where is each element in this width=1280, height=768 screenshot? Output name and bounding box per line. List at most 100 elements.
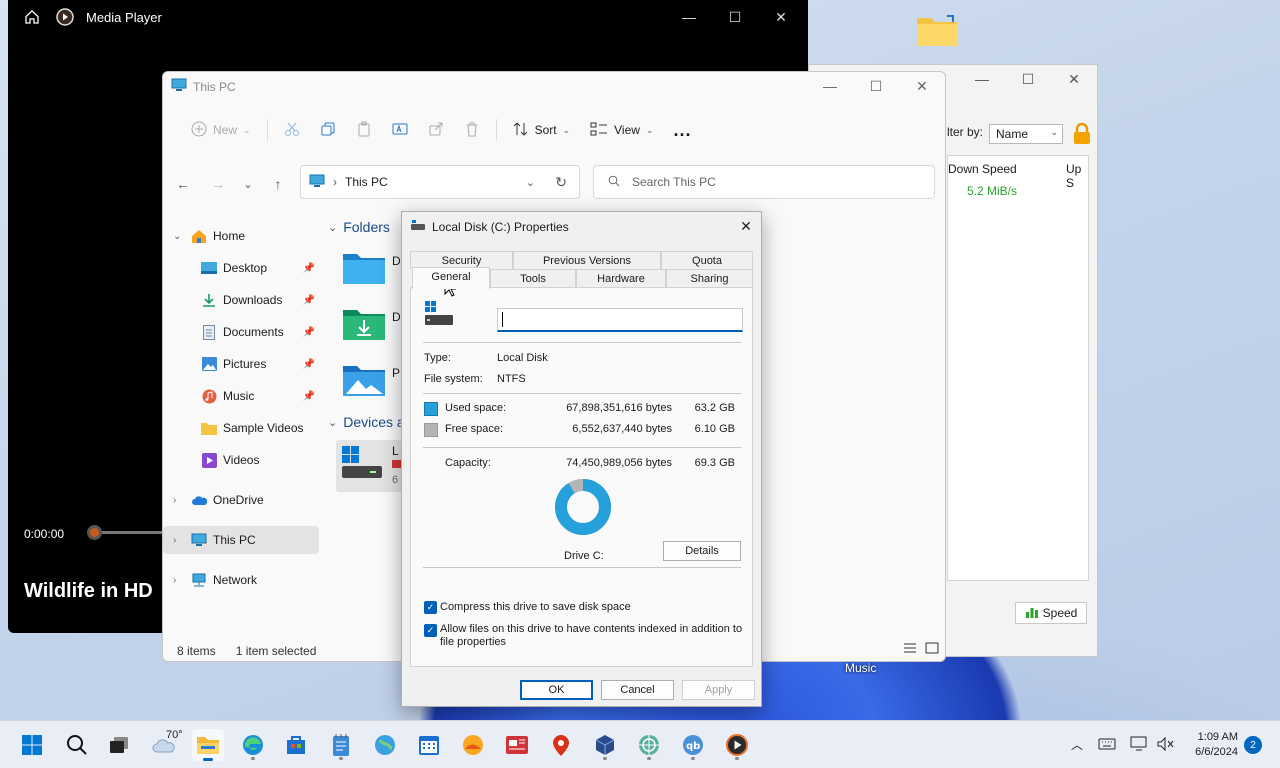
details-view-icon[interactable] — [903, 642, 917, 657]
notification-badge[interactable]: 2 — [1244, 736, 1262, 754]
index-checkbox[interactable]: ✓ — [424, 624, 437, 637]
sidebar-item-sample-videos[interactable]: Sample Videos — [163, 414, 319, 442]
taskbar-notepad[interactable] — [325, 729, 357, 761]
keyboard-icon[interactable] — [1098, 737, 1116, 754]
chevron-right-icon[interactable]: › — [173, 535, 176, 546]
chevron-down-icon[interactable]: ⌄ — [526, 176, 535, 189]
desktop-music-label[interactable]: Music — [845, 661, 876, 675]
taskbar-calendar[interactable] — [413, 729, 445, 761]
task-view-button[interactable] — [103, 729, 135, 761]
folders-section-header[interactable]: ⌄ Folders — [328, 219, 390, 235]
address-bar[interactable]: › This PC ⌄ ↻ — [300, 165, 580, 199]
taskbar-photos[interactable] — [457, 729, 489, 761]
maximize-icon[interactable]: ☐ — [1005, 65, 1051, 93]
drive-item-sub: 6 — [392, 474, 399, 486]
column-header-down-speed[interactable]: Down Speed — [948, 162, 1017, 176]
cut-button[interactable] — [274, 114, 310, 146]
seek-handle[interactable] — [87, 525, 102, 540]
folder-item-desktop[interactable]: D — [342, 250, 401, 289]
search-button[interactable] — [61, 729, 93, 761]
sidebar-item-documents[interactable]: Documents 📌 — [163, 318, 319, 346]
refresh-icon[interactable]: ↻ — [555, 174, 567, 191]
devices-section-header[interactable]: ⌄ Devices a — [328, 414, 405, 430]
close-icon[interactable]: ✕ — [731, 212, 761, 240]
details-button[interactable]: Details — [663, 541, 741, 561]
close-icon[interactable]: ✕ — [899, 72, 945, 100]
taskbar-store[interactable] — [280, 729, 312, 761]
display-network-icon[interactable] — [1130, 736, 1148, 755]
lock-icon[interactable] — [1071, 122, 1093, 146]
taskbar-map-pin[interactable] — [545, 729, 577, 761]
maximize-icon[interactable]: ☐ — [712, 0, 758, 34]
muted-speaker-icon[interactable] — [1156, 736, 1174, 755]
tab-previous-versions[interactable]: Previous Versions — [513, 251, 661, 269]
desktop-folder-icon[interactable] — [915, 12, 959, 48]
recent-locations-chevron-icon[interactable]: ⌄ — [237, 173, 259, 195]
forward-arrow-icon[interactable]: → — [207, 173, 229, 195]
home-icon[interactable] — [22, 7, 42, 27]
chevron-right-icon[interactable]: › — [173, 575, 176, 586]
tab-hardware[interactable]: Hardware — [576, 269, 666, 287]
drive-item-c[interactable]: L 6 — [336, 440, 402, 492]
compress-checkbox[interactable]: ✓ — [424, 601, 437, 614]
taskbar-file-explorer[interactable] — [192, 729, 224, 761]
clock[interactable]: 1:09 AM 6/6/2024 — [1186, 730, 1238, 760]
close-icon[interactable]: ✕ — [758, 0, 804, 34]
taskbar-virtualbox[interactable] — [589, 729, 621, 761]
maximize-icon[interactable]: ☐ — [853, 72, 899, 100]
taskbar-media-player[interactable] — [721, 729, 753, 761]
taskbar-qbittorrent[interactable]: qb — [677, 729, 709, 761]
tiles-view-icon[interactable] — [925, 642, 939, 657]
tab-quota[interactable]: Quota — [661, 251, 753, 269]
weather-widget[interactable]: 70° — [148, 729, 183, 761]
search-box[interactable]: Search This PC — [593, 165, 935, 199]
running-indicator — [735, 757, 739, 760]
tab-tools[interactable]: Tools — [490, 269, 576, 287]
sidebar-item-home[interactable]: ⌄ Home — [163, 222, 319, 250]
sidebar-item-pictures[interactable]: Pictures 📌 — [163, 350, 319, 378]
more-options-button[interactable]: ... — [663, 114, 701, 146]
share-button[interactable] — [418, 114, 454, 146]
sort-button[interactable]: Sort ⌄ — [503, 114, 581, 146]
chevron-up-icon[interactable]: ︿ — [1071, 736, 1083, 753]
taskbar-maps[interactable] — [369, 729, 401, 761]
new-button[interactable]: New ⌄ — [181, 114, 261, 146]
chevron-right-icon[interactable]: › — [173, 495, 176, 506]
paste-button[interactable] — [346, 114, 382, 146]
taskbar-edge[interactable] — [237, 729, 269, 761]
cancel-button[interactable]: Cancel — [601, 680, 674, 700]
up-arrow-icon[interactable]: ↑ — [267, 173, 289, 195]
sidebar-item-downloads[interactable]: Downloads 📌 — [163, 286, 319, 314]
view-button[interactable]: View ⌄ — [580, 114, 663, 146]
sidebar-item-this-pc[interactable]: › This PC — [163, 526, 319, 554]
sidebar-item-network[interactable]: › Network — [163, 566, 319, 594]
sidebar-item-videos[interactable]: Videos — [163, 446, 319, 474]
close-icon[interactable]: ✕ — [1051, 65, 1097, 93]
tab-general[interactable]: General — [412, 267, 490, 289]
back-arrow-icon[interactable]: ← — [172, 173, 194, 195]
sidebar-item-desktop[interactable]: Desktop 📌 — [163, 254, 319, 282]
minimize-icon[interactable]: — — [959, 65, 1005, 93]
drive-label-input[interactable] — [497, 308, 743, 332]
drive-large-icon — [423, 300, 455, 331]
sidebar-item-music[interactable]: Music 📌 — [163, 382, 319, 410]
apply-button[interactable]: Apply — [682, 680, 755, 700]
taskbar-news[interactable] — [501, 729, 533, 761]
rename-button[interactable] — [382, 114, 418, 146]
transfer-list[interactable]: Down Speed Up S 5.2 MiB/s — [947, 155, 1089, 581]
folder-item-downloads[interactable]: D — [342, 306, 401, 345]
copy-button[interactable] — [310, 114, 346, 146]
column-header-up-speed[interactable]: Up S — [1066, 162, 1088, 190]
start-button[interactable] — [16, 729, 48, 761]
minimize-icon[interactable]: — — [666, 0, 712, 34]
minimize-icon[interactable]: — — [807, 72, 853, 100]
tab-sharing[interactable]: Sharing — [666, 269, 753, 287]
speed-button[interactable]: Speed — [1015, 602, 1087, 624]
filter-select[interactable]: Name ⌄ — [989, 124, 1063, 144]
folder-item-pictures[interactable]: P — [342, 362, 400, 401]
delete-button[interactable] — [454, 114, 490, 146]
chevron-down-icon[interactable]: ⌄ — [173, 231, 181, 242]
taskbar-network-app[interactable] — [633, 729, 665, 761]
sidebar-item-onedrive[interactable]: › OneDrive — [163, 486, 319, 514]
ok-button[interactable]: OK — [520, 680, 593, 700]
